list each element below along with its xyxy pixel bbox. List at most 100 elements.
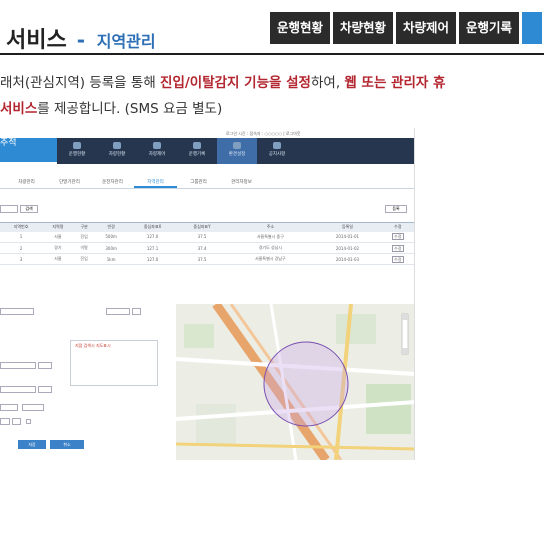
subtab-terminal[interactable]: 단말기관리 (48, 176, 91, 188)
table-cell: 경기 (42, 242, 74, 254)
tab-driving-status[interactable]: 운행현황 (270, 12, 331, 44)
table-cell: 서울특별시 중구 (226, 231, 315, 243)
table-cell: 2014-01-01 (314, 231, 381, 243)
col-header: 주소 (226, 222, 315, 232)
edit-button[interactable]: 수정 (391, 233, 404, 241)
col-header: 지역명 (42, 222, 74, 232)
nav-label: 차량제어 (148, 152, 166, 157)
table-row[interactable]: 1 서울 진입 500m 127.0 37.5 서울특별시 중구 2014-01… (0, 231, 414, 243)
topbar-user-info: 로그인 시간 : 접속자 : ○○○○○ | 로그아웃 (226, 131, 301, 136)
table-row[interactable]: 3 서울 진입 1km 127.0 37.5 서울특별시 강남구 2014-01… (0, 253, 414, 265)
cancel-button[interactable]: 취소 (50, 440, 84, 449)
tab-vehicle-control[interactable]: 차량제어 (396, 12, 457, 44)
desc-text-2b: 를 제공합니다. (SMS 요금 별도) (37, 101, 223, 117)
table-cell: 3 (0, 253, 43, 265)
app-topbar: 로그인 시간 : 접속자 : ○○○○○ | 로그아웃 (0, 128, 414, 138)
col-header: 중심좌표Y (177, 222, 227, 232)
col-header: 반경 (94, 222, 128, 232)
table-cell: 37.4 (177, 242, 227, 254)
nav-label: 운행기록 (188, 152, 206, 157)
desc-highlight-2: 웹 또는 관리자 휴 (344, 75, 446, 91)
table-cell: 1 (0, 231, 43, 243)
nav-icon (193, 142, 201, 149)
table-cell: 500m (94, 231, 128, 243)
nav-item-vehicle-control[interactable]: 차량제어 (137, 138, 177, 164)
search-button[interactable]: 검색 (20, 205, 38, 213)
table-cell: 300m (94, 242, 128, 254)
coord-x-field[interactable] (0, 386, 36, 393)
table-cell: 진입 (73, 253, 95, 265)
save-button[interactable]: 저장 (18, 440, 46, 449)
top-tabs: 운행현황 차량현황 차량제어 운행기록 (270, 12, 543, 44)
address-field[interactable] (0, 362, 36, 369)
table-cell: 경기도 성남시 (226, 242, 315, 254)
table-row[interactable]: 2 경기 이탈 300m 127.1 37.4 경기도 성남시 2014-01-… (0, 242, 414, 254)
desc-highlight-1: 진입/이탈감지 기능을 설정 (160, 75, 311, 91)
address-search-button[interactable] (38, 362, 52, 369)
nav-item-notice[interactable]: 공지사항 (257, 138, 297, 164)
col-header: 지역번호 (0, 222, 43, 232)
tab-driving-log[interactable]: 운행기록 (459, 12, 520, 44)
chevron-down-icon[interactable] (12, 418, 21, 425)
subtab-admin[interactable]: 관리자정보 (220, 176, 263, 188)
table-cell: 진입 (73, 231, 95, 243)
nav-item-settings[interactable]: 환경설정 (217, 138, 257, 164)
table-cell: 수정 (380, 253, 414, 265)
subtab-group[interactable]: 그룹관리 (177, 176, 220, 188)
subtab-vehicle[interactable]: 차량관리 (5, 176, 48, 188)
app-subtabs: 차량관리 단말기관리 운전자관리 지역관리 그룹관리 관리자정보 (0, 176, 414, 189)
area-form: 지점 검색시 지도표시 저장 취소 (0, 304, 174, 460)
title-dash: - (76, 28, 86, 52)
notice-icon (273, 142, 281, 149)
coord-search-button[interactable] (38, 386, 52, 393)
alert-select[interactable] (0, 418, 10, 425)
nav-label: 운행현황 (68, 152, 86, 157)
table-cell: 37.5 (177, 253, 227, 265)
table-cell: 2014-01-02 (314, 242, 381, 254)
nav-label: 차량현황 (108, 152, 126, 157)
nav-item-driving-log[interactable]: 운행기록 (177, 138, 217, 164)
app-screenshot: 추적 로그인 시간 : 접속자 : ○○○○○ | 로그아웃 운행현황 차량현황… (0, 128, 415, 460)
nav-item-driving-status[interactable]: 운행현황 (57, 138, 97, 164)
table-cell: 1km (94, 253, 128, 265)
register-button[interactable]: 등록 (385, 205, 407, 213)
area-name-field[interactable] (0, 308, 34, 315)
area-type-select[interactable] (106, 308, 130, 315)
area-table: 지역번호 지역명 구분 반경 중심좌표X 중심좌표Y 주소 등록일 수정 1 서… (0, 222, 414, 265)
edit-button[interactable]: 수정 (391, 244, 404, 252)
col-header: 등록일 (314, 222, 381, 232)
nav-label: 환경설정 (228, 152, 246, 157)
table-cell: 서울특별시 강남구 (226, 253, 315, 265)
table-cell: 수정 (380, 242, 414, 254)
description-line-1: 래처(관심지역) 등록을 통해 진입/이탈감지 기능을 설정하여, 웹 또는 관… (0, 71, 445, 91)
tab-vehicle-status[interactable]: 차량현황 (333, 12, 394, 44)
area-memo-box[interactable]: 지점 검색시 지도표시 (70, 340, 158, 386)
subtab-driver[interactable]: 운전자관리 (91, 176, 134, 188)
table-cell: 127.1 (127, 242, 178, 254)
table-cell: 127.0 (127, 253, 178, 265)
desc-highlight-3: 서비스 (0, 101, 38, 117)
table-cell: 이탈 (73, 242, 95, 254)
table-cell: 서울 (42, 231, 74, 243)
nav-icon (73, 142, 81, 149)
page: 서비스 - 지역관리 운행현황 차량현황 차량제어 운행기록 래처(관심지역) 등… (0, 0, 544, 544)
subtab-area[interactable]: 지역관리 (134, 176, 177, 188)
gear-icon (233, 142, 241, 149)
radius-unit-select[interactable] (22, 404, 44, 411)
edit-button[interactable]: 수정 (391, 255, 404, 263)
chevron-down-icon[interactable] (132, 308, 141, 315)
service-title: 서비스 (6, 28, 67, 53)
section-subtitle: 지역관리 (96, 32, 156, 51)
sms-checkbox[interactable] (26, 419, 31, 424)
table-cell: 2 (0, 242, 43, 254)
area-map[interactable] (176, 304, 414, 460)
search-input[interactable] (0, 205, 18, 213)
nav-item-vehicle-status[interactable]: 차량현황 (97, 138, 137, 164)
map-graphic (176, 304, 414, 460)
tab-area-management[interactable] (522, 12, 543, 44)
col-header: 중심좌표X (127, 222, 178, 232)
col-header: 구분 (73, 222, 95, 232)
page-title: 서비스 - 지역관리 (6, 22, 156, 54)
app-logo-text: 추적 (0, 138, 17, 148)
radius-field[interactable] (0, 404, 18, 411)
